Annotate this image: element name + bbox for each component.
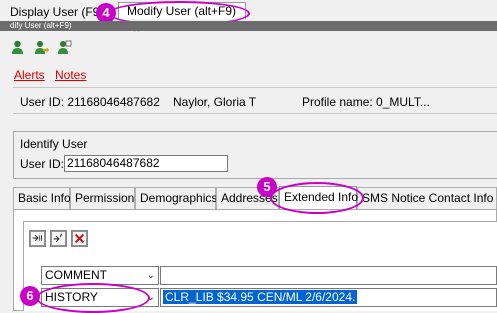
divider [13, 113, 497, 114]
alerts-link[interactable]: Alerts [14, 68, 45, 82]
tab-demographics[interactable]: Demographics [135, 187, 217, 209]
notes-link[interactable]: Notes [55, 68, 86, 82]
user-green-icon[interactable] [10, 40, 25, 55]
annotation-badge-6: 6 [20, 286, 40, 306]
annotation-badge-4: 4 [96, 3, 116, 23]
summary-profile-name: Profile name: 0_MULT... [302, 95, 430, 109]
user-badge-icon[interactable] [57, 40, 72, 55]
delete-row-icon[interactable] [71, 230, 88, 247]
annotation-ring-extended-info [270, 182, 364, 214]
identify-user-heading: Identify User [20, 137, 88, 151]
extended-type-value: COMMENT [45, 268, 107, 282]
extended-value-input[interactable]: CLR_LIB $34.95 CEN/ML 2/6/2024. [160, 288, 497, 307]
window-subtitle-bar: dify User (alt+F9) [0, 21, 497, 31]
tab-basic-info[interactable]: Basic Info [13, 187, 71, 209]
extended-value-input[interactable] [160, 266, 497, 285]
annotation-badge-5: 5 [257, 177, 277, 197]
user-id-input[interactable]: 21168046487682 [64, 155, 228, 172]
tab-permission[interactable]: Permission [70, 187, 135, 209]
insert-row-icon[interactable] [50, 230, 67, 247]
selected-text: CLR_LIB $34.95 CEN/ML 2/6/2024. [163, 290, 358, 304]
annotation-ring-history [36, 283, 150, 313]
summary-user-id: User ID: 21168046487682 [20, 95, 160, 109]
user-id-label: User ID: [20, 157, 65, 171]
tab-display-user[interactable]: Display User (F9) [10, 5, 103, 19]
summary-user-name: Naylor, Gloria T [173, 95, 257, 109]
add-row-icon[interactable] [29, 230, 46, 247]
user-key-icon[interactable] [34, 40, 49, 55]
tab-sms-notice-contact-info[interactable]: SMS Notice Contact Info [357, 187, 497, 209]
divider [13, 87, 497, 88]
user-tabs: Basic Info Permission Demographics Addre… [13, 186, 497, 209]
chevron-down-icon: ⌄ [146, 270, 155, 281]
